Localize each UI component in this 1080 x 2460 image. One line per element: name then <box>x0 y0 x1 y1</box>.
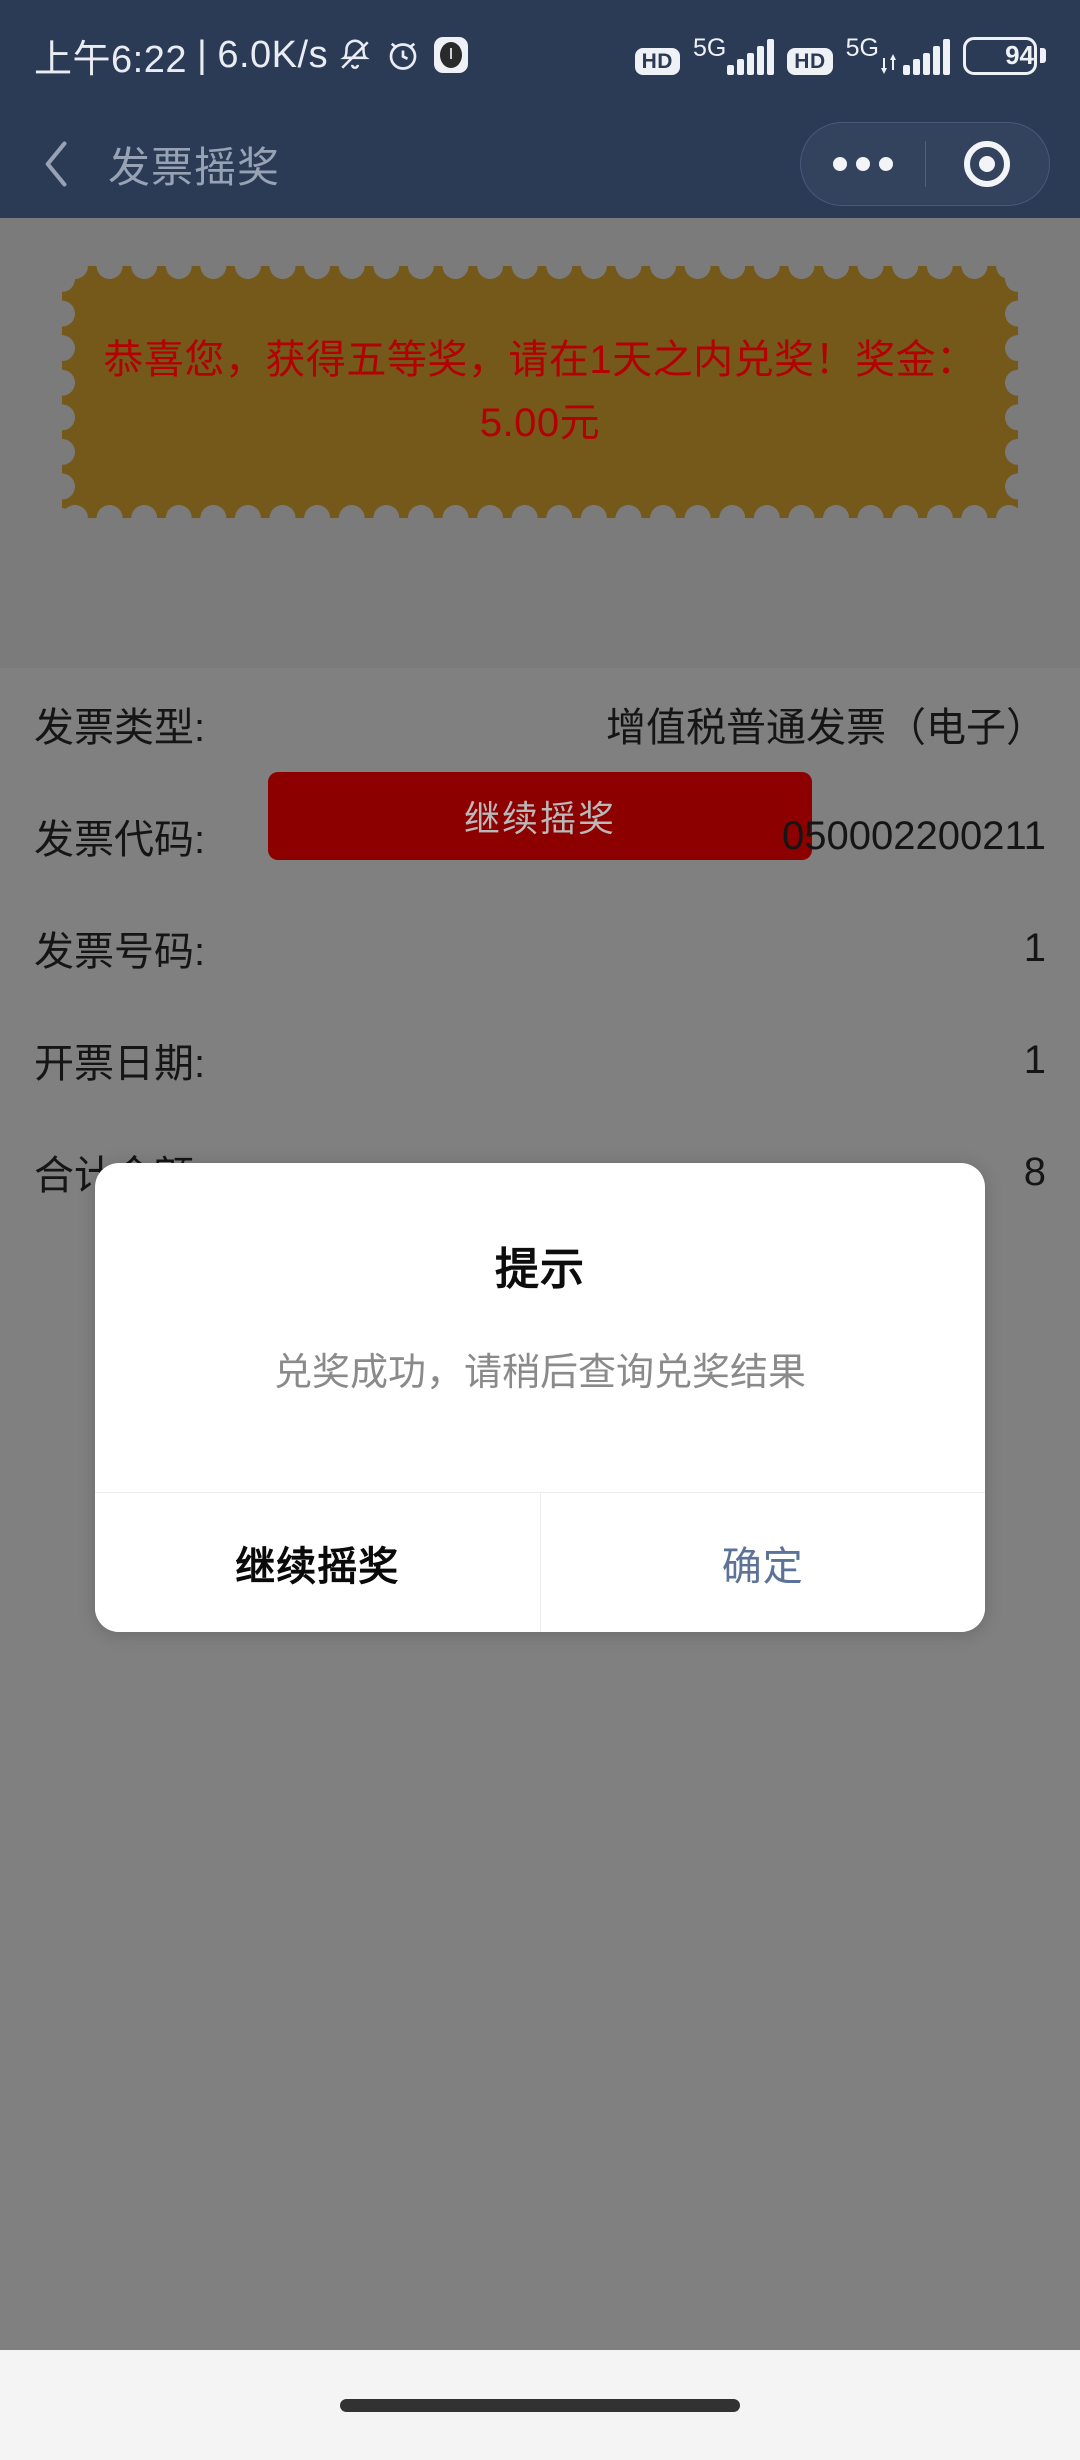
status-left-icons <box>338 37 469 73</box>
network-type-sim1: 5G <box>692 33 727 62</box>
miniprogram-capsule <box>800 122 1050 206</box>
signal-bars-sim1 <box>727 38 775 75</box>
page-body: 恭喜您，获得五等奖，请在1天之内兑奖！奖金：5.00元 继续摇奖 发票类型: 增… <box>0 218 1080 2460</box>
system-navigation-area <box>0 2350 1080 2460</box>
alert-dialog: 提示 兑奖成功，请稍后查询兑奖结果 继续摇奖 确定 <box>95 1163 985 1633</box>
dialog-actions: 继续摇奖 确定 <box>95 1492 985 1633</box>
network-type-sim2: 5G <box>845 33 879 62</box>
status-bar-right: HD 5G HD 5G 94 <box>634 33 1046 75</box>
phone-screen: 上午6:22 | 6.0K/s HD 5G HD 5G 94 发票摇奖 恭喜您，… <box>0 0 1080 2460</box>
capsule-close-button[interactable] <box>926 141 1050 187</box>
more-dots-icon <box>832 157 893 171</box>
bell-mute-icon <box>338 37 372 73</box>
dialog-message: 兑奖成功，请稍后查询兑奖结果 <box>273 1352 806 1394</box>
dialog-confirm-button[interactable]: 确定 <box>540 1493 985 1633</box>
data-transfer-icon <box>880 53 898 74</box>
status-time: 上午6:22 <box>34 38 187 81</box>
hd-badge-sim2: HD <box>787 47 833 75</box>
signal-sim1: 5G <box>692 33 775 75</box>
app-header: 发票摇奖 <box>0 110 1080 218</box>
chevron-left-icon <box>45 141 67 187</box>
app-dot-icon <box>434 37 469 73</box>
status-separator: | <box>196 33 208 76</box>
dialog-continue-draw-button[interactable]: 继续摇奖 <box>95 1493 540 1633</box>
status-bar: 上午6:22 | 6.0K/s HD 5G HD 5G 94 <box>0 0 1080 110</box>
signal-bars-sim2 <box>903 38 950 75</box>
back-button[interactable] <box>34 134 80 194</box>
page-title: 发票摇奖 <box>108 143 281 191</box>
home-indicator[interactable] <box>340 2398 740 2412</box>
alarm-icon <box>385 37 421 73</box>
network-speed: 6.0K/s <box>217 33 329 76</box>
capsule-more-button[interactable] <box>801 157 925 171</box>
battery-indicator: 94 <box>963 36 1046 75</box>
signal-sim2: 5G <box>845 33 950 75</box>
status-bar-left: 上午6:22 | 6.0K/s <box>34 28 469 83</box>
battery-percent: 94 <box>1005 40 1034 70</box>
dialog-title: 提示 <box>495 1245 585 1294</box>
target-circle-icon <box>964 141 1011 187</box>
hd-badge-sim1: HD <box>634 47 680 75</box>
